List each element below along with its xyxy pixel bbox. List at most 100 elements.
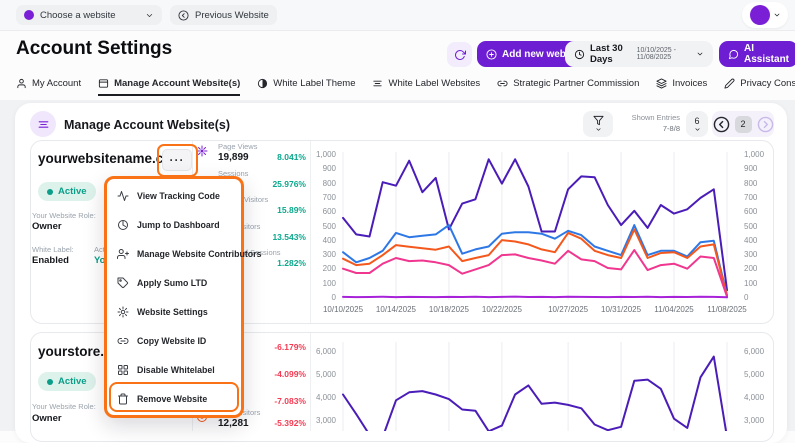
website-actions-menu: View Tracking Code Jump to Dashboard Manag… — [104, 176, 261, 418]
menu-item-label: View Tracking Code — [137, 190, 220, 201]
chart1-xaxis: 10/10/2025 10/14/2025 10/18/2025 10/22/2025… — [323, 305, 747, 317]
y-tick-label: 300 — [744, 250, 758, 260]
page-size-value: 6 — [694, 115, 700, 126]
y-tick-label: 100 — [322, 278, 336, 288]
link-icon — [117, 335, 129, 347]
pen-icon — [724, 78, 735, 89]
tab-white-label-websites[interactable]: White Label Websites — [372, 78, 480, 94]
x-tick-label: 10/18/2025 — [428, 305, 469, 314]
x-tick-label: 10/14/2025 — [375, 305, 416, 314]
x-tick-label: 11/08/2025 — [707, 305, 747, 314]
tab-label: Invoices — [672, 78, 708, 89]
menu-item-label: Disable Whitelabel — [137, 364, 215, 375]
refresh-icon — [454, 49, 466, 61]
choose-website-label: Choose a website — [40, 9, 116, 21]
browser-icon — [98, 78, 109, 89]
tab-label: My Account — [32, 78, 82, 89]
tab-white-label-theme[interactable]: White Label Theme — [257, 78, 355, 94]
x-tick-label: 10/27/2025 — [548, 305, 589, 314]
choose-website-dropdown[interactable]: Choose a website — [16, 5, 162, 25]
arrow-left-circle-icon — [178, 9, 189, 21]
menu-item-manage-website-contributors[interactable]: Manage Website Contributors — [107, 239, 261, 268]
chart2-yaxis-left: 6,000 5,000 4,000 3,000 — [300, 338, 336, 431]
y-tick-label: 600 — [744, 207, 758, 217]
status-label: Active — [58, 186, 87, 197]
website-dot-icon — [24, 10, 34, 20]
y-tick-label: 600 — [322, 207, 336, 217]
avatar — [749, 5, 770, 25]
settings-tabs: My Account Manage Account Website(s) White… — [16, 78, 795, 99]
ai-assistant-button[interactable]: AI Assistant — [719, 41, 795, 67]
stat-value: 19,899 — [218, 152, 249, 163]
status-badge-2: Active — [38, 372, 96, 391]
menu-item-view-tracking-code[interactable]: View Tracking Code — [107, 181, 241, 210]
role-value-1: Owner — [32, 221, 62, 232]
menu-item-copy-website-id[interactable]: Copy Website ID — [107, 326, 241, 355]
menu-item-label: Apply Sumo LTD — [137, 277, 208, 288]
y-tick-label: 800 — [744, 178, 758, 188]
tab-privacy-consents[interactable]: Privacy Consents — [724, 78, 795, 94]
menu-item-label: Copy Website ID — [137, 335, 207, 346]
current-page[interactable]: 2 — [734, 115, 752, 133]
date-range-label: Last 30 Days — [590, 43, 623, 65]
y-tick-label: 4,000 — [315, 393, 336, 402]
tab-label: Manage Account Website(s) — [114, 78, 241, 89]
status-label: Active — [58, 376, 87, 387]
menu-item-label: Manage Website Contributors — [137, 248, 262, 259]
menu-item-disable-whitelabel[interactable]: Disable Whitelabel — [107, 355, 241, 384]
date-range-value: 10/10/2025 - 11/08/2025 — [636, 47, 676, 61]
menu-item-website-settings[interactable]: Website Settings — [107, 297, 241, 326]
date-range-picker[interactable]: Last 30 Days 10/10/2025 - 11/08/2025 — [565, 41, 713, 67]
chevron-down-icon — [145, 11, 154, 20]
y-tick-label: 1,000 — [744, 150, 765, 159]
tab-strategic-partner-commission[interactable]: Strategic Partner Commission — [497, 78, 639, 94]
chevron-down-icon — [773, 11, 781, 19]
tab-invoices[interactable]: Invoices — [656, 78, 707, 94]
role-value-2: Owner — [32, 413, 62, 424]
stat-value: 12,281 — [218, 418, 249, 429]
funnel-icon — [592, 115, 604, 126]
y-tick-label: 4,000 — [744, 393, 765, 402]
panel-list-icon — [30, 111, 56, 137]
top-bar: Choose a website Previous Website — [0, 0, 795, 31]
prev-page-button[interactable] — [713, 116, 730, 133]
menu-item-apply-sumo-ltd[interactable]: Apply Sumo LTD — [107, 268, 241, 297]
x-tick-label: 10/31/2025 — [601, 305, 642, 314]
user-menu[interactable] — [742, 2, 788, 28]
y-tick-label: 400 — [322, 235, 336, 245]
role-label-1: Your Website Role: — [32, 211, 96, 220]
tab-label: Strategic Partner Commission — [513, 78, 640, 89]
y-tick-label: 6,000 — [744, 347, 765, 356]
previous-website-label: Previous Website — [195, 9, 269, 21]
x-tick-label: 10/22/2025 — [481, 305, 522, 314]
page-size-dropdown[interactable]: 6 — [686, 111, 708, 137]
clock-icon — [574, 49, 585, 60]
chart1-yaxis-left: 1,000 900 800 700 600 500 400 300 200 100 0 — [300, 150, 336, 302]
previous-website-button[interactable]: Previous Website — [170, 5, 277, 25]
annotation-highlight-dots — [157, 144, 198, 177]
tab-my-account[interactable]: My Account — [16, 78, 81, 94]
grid-icon — [117, 364, 129, 376]
chevron-down-icon — [694, 126, 701, 133]
chart2-yaxis-right: 6,000 5,000 4,000 3,000 — [744, 338, 780, 431]
menu-item-jump-to-dashboard[interactable]: Jump to Dashboard — [107, 210, 241, 239]
y-tick-label: 0 — [744, 293, 749, 302]
account-settings-page: { "topbar": { "choose_website": "Choose … — [0, 0, 795, 443]
y-tick-label: 700 — [744, 192, 758, 202]
y-tick-label: 1,000 — [315, 150, 336, 159]
lines-icon — [372, 78, 383, 89]
y-tick-label: 5,000 — [744, 370, 765, 379]
y-tick-label: 400 — [744, 235, 758, 245]
tab-manage-account-website-s[interactable]: Manage Account Website(s) — [98, 78, 241, 96]
annotation-highlight-remove — [109, 382, 239, 412]
y-tick-label: 3,000 — [744, 416, 765, 425]
tab-label: White Label Websites — [388, 78, 481, 89]
chart1-yaxis-right: 1,000 900 800 700 600 500 400 300 200 100 0 — [744, 150, 780, 302]
contrast-icon — [257, 78, 268, 89]
menu-item-label: Jump to Dashboard — [137, 219, 220, 230]
chevron-down-icon — [696, 50, 704, 58]
next-page-button[interactable] — [757, 116, 774, 133]
y-tick-label: 700 — [322, 192, 336, 202]
filter-button[interactable] — [583, 111, 613, 137]
refresh-button[interactable] — [447, 42, 472, 67]
